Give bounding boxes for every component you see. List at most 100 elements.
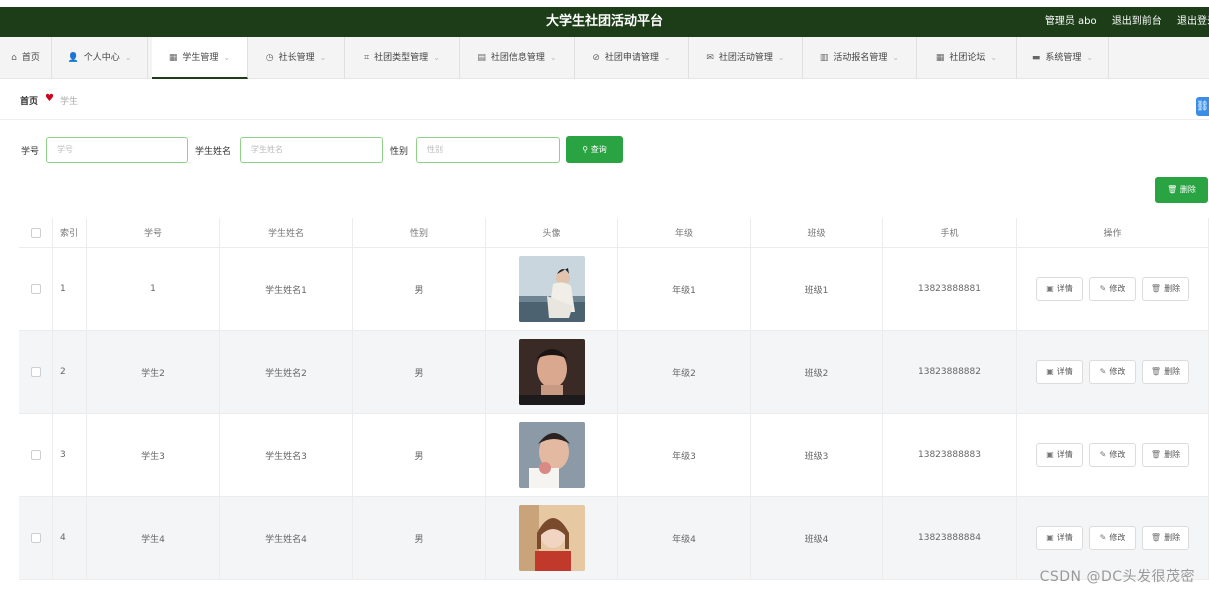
search-icon: ⚲ xyxy=(582,145,591,154)
nav-item-label: 社团信息管理 xyxy=(490,53,545,63)
breadcrumb-home[interactable]: 首页 xyxy=(20,94,38,107)
row-checkbox[interactable] xyxy=(30,284,41,294)
gender-label: 性别 xyxy=(390,147,409,157)
clipboard-icon: ▤ xyxy=(477,53,486,63)
grade: 年级3 xyxy=(672,451,696,462)
delete-button[interactable]: 🗑 删除 xyxy=(1142,526,1189,550)
delete-button[interactable]: 🗑 删除 xyxy=(1142,277,1189,301)
edit-button-label: 修改 xyxy=(1109,450,1126,459)
column-header: 班级 xyxy=(807,229,826,239)
batch-delete-button[interactable]: 🗑 删除 xyxy=(1155,177,1208,203)
document-icon: ▣ xyxy=(1046,450,1054,459)
trash-icon: 🗑 xyxy=(1150,367,1162,376)
detail-button[interactable]: ▣ 详情 xyxy=(1036,443,1083,467)
breadcrumb-current: 学生 xyxy=(60,97,79,107)
site-title: 大学生社团活动平台 xyxy=(545,14,663,29)
phone: 13823888882 xyxy=(918,367,981,377)
trash-icon: 🗑 xyxy=(1167,185,1180,194)
student-id: 1 xyxy=(150,284,156,294)
delete-button[interactable]: 🗑 删除 xyxy=(1142,443,1189,467)
table-row[interactable]: 4 学生4 学生姓名4 男年级4 班级4 13823888884 ▣ 详情 ✎ 修改 🗑 删除 xyxy=(19,497,1209,580)
nav-item-9[interactable]: ▦ 社团论坛 ⌄ xyxy=(917,37,1017,79)
top-header: 大学生社团活动平台 管理员 abo 退出到前台 退出登录 xyxy=(0,7,1209,37)
nav-item-0[interactable]: ⌂ 首页 xyxy=(0,37,52,79)
table-icon: ▦ xyxy=(935,53,945,63)
detail-button-label: 详情 xyxy=(1056,533,1073,542)
trash-icon: 🗑 xyxy=(1150,533,1162,542)
column-header: 学生姓名 xyxy=(267,229,304,239)
edit-button-label: 修改 xyxy=(1109,533,1126,542)
edit-icon: ✎ xyxy=(1099,367,1107,376)
trash-icon: 🗑 xyxy=(1150,450,1162,459)
logout-link[interactable]: 退出登录 xyxy=(1177,16,1209,27)
chevron-down-icon: ⌄ xyxy=(124,53,132,62)
edit-button[interactable]: ✎ 修改 xyxy=(1089,360,1136,384)
student-id-label: 学号 xyxy=(21,147,40,157)
nav-item-3[interactable]: ◷ 社长管理 ⌄ xyxy=(248,37,345,79)
grade: 年级4 xyxy=(672,534,696,545)
table-row[interactable]: 1 1 学生姓名1 男年级1 班级1 13823888881 ▣ 详情 ✎ 修改 🗑 删除 xyxy=(19,248,1209,331)
query-button-label: 查询 xyxy=(590,145,607,154)
table-row[interactable]: 2 学生2 学生姓名2 男年级2 班级2 13823888882 ▣ 详情 ✎ 修改 🗑 删除 xyxy=(19,331,1209,414)
student-name: 学生姓名1 xyxy=(265,285,307,296)
class: 班级4 xyxy=(804,534,829,545)
batch-delete-label: 删除 xyxy=(1179,185,1196,194)
edit-button[interactable]: ✎ 修改 xyxy=(1089,443,1136,467)
document-icon: ▣ xyxy=(1046,284,1054,293)
gender-input[interactable]: 性别 xyxy=(416,137,560,163)
query-button[interactable]: ⚲ 查询 xyxy=(566,136,623,163)
detail-button[interactable]: ▣ 详情 xyxy=(1036,360,1083,384)
phone: 13823888881 xyxy=(918,284,981,294)
row-checkbox[interactable] xyxy=(30,533,41,543)
edit-icon: ✎ xyxy=(1099,533,1107,542)
nav-item-label: 系统管理 xyxy=(1045,53,1082,63)
chart-icon: ▥ xyxy=(819,53,829,63)
detail-button[interactable]: ▣ 详情 xyxy=(1036,277,1083,301)
nav-item-5[interactable]: ▤ 社团信息管理 ⌄ xyxy=(460,37,575,79)
delete-button[interactable]: 🗑 删除 xyxy=(1142,360,1189,384)
home-icon: ⌂ xyxy=(11,53,17,63)
nav-item-8[interactable]: ▥ 活动报名管理 ⌄ xyxy=(803,37,917,79)
nav-item-label: 社团论坛 xyxy=(949,53,986,63)
gender: 男 xyxy=(414,285,424,296)
avatar xyxy=(518,422,585,488)
chevron-down-icon: ⌄ xyxy=(433,53,440,62)
edit-icon: ✎ xyxy=(1099,450,1107,459)
select-all-checkbox[interactable] xyxy=(30,227,41,238)
nav-item-6[interactable]: ⊘ 社团申请管理 ⌄ xyxy=(575,37,689,79)
header-actions: 管理员 abo 退出到前台 退出登录 xyxy=(1033,7,1209,37)
student-id-input[interactable]: 学号 xyxy=(46,137,188,163)
edit-button[interactable]: ✎ 修改 xyxy=(1089,277,1136,301)
nav-item-1[interactable]: 👤 个人中心 ⌄ xyxy=(52,37,148,79)
admin-label: 管理员 abo xyxy=(1044,16,1097,27)
chevron-down-icon: ⌄ xyxy=(892,53,900,62)
column-header: 手机 xyxy=(940,229,959,239)
student-id: 学生2 xyxy=(141,368,165,379)
chevron-down-icon: ⌄ xyxy=(223,53,231,62)
exit-to-front-link[interactable]: 退出到前台 xyxy=(1112,16,1162,27)
student-id: 学生3 xyxy=(141,451,165,462)
student-name: 学生姓名4 xyxy=(265,534,307,545)
crop-icon: ⌗ xyxy=(364,53,370,63)
nav-item-4[interactable]: ⌗ 社团类型管理 ⌄ xyxy=(345,37,460,79)
row-checkbox[interactable] xyxy=(30,367,41,377)
document-icon: ▣ xyxy=(1046,533,1054,542)
row-checkbox[interactable] xyxy=(30,450,41,460)
edit-button[interactable]: ✎ 修改 xyxy=(1089,526,1136,550)
phone: 13823888883 xyxy=(918,450,981,460)
detail-button[interactable]: ▣ 详情 xyxy=(1036,526,1083,550)
document-icon: ▣ xyxy=(1046,367,1054,376)
compass-icon: ⊘ xyxy=(592,53,600,63)
column-header: 索引 xyxy=(60,229,79,239)
class: 班级2 xyxy=(804,368,829,379)
nav-item-2[interactable]: ▦ 学生管理 ⌄ xyxy=(152,37,248,79)
nav-item-label: 学生管理 xyxy=(182,53,219,63)
nav-item-10[interactable]: ▬ 系统管理 ⌄ xyxy=(1017,37,1109,79)
link-icon[interactable]: ⛓ xyxy=(1196,97,1209,116)
nav-item-7[interactable]: ✉ 社团活动管理 ⌄ xyxy=(689,37,803,79)
student-name-input[interactable]: 学生姓名 xyxy=(240,137,383,163)
grade: 年级2 xyxy=(672,368,696,379)
avatar xyxy=(518,505,585,571)
delete-button-label: 删除 xyxy=(1164,533,1181,542)
table-row[interactable]: 3 学生3 学生姓名3 男年级3 班级3 13823888883 ▣ 详情 ✎ 修改 🗑 删除 xyxy=(19,414,1209,497)
